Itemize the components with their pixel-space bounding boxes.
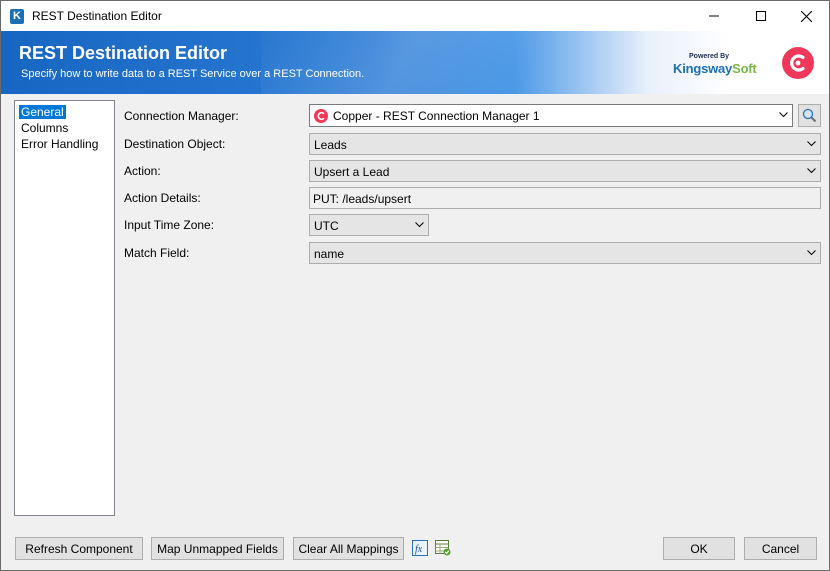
refresh-component-button[interactable]: Refresh Component: [15, 537, 143, 560]
header-banner: REST Destination Editor Specify how to w…: [1, 31, 829, 94]
banner-subtitle: Specify how to write data to a REST Serv…: [21, 68, 365, 80]
banner-decoration: [261, 31, 621, 94]
destination-object-select[interactable]: Leads: [309, 133, 821, 155]
chevron-down-icon: [415, 222, 424, 228]
search-icon: [802, 108, 817, 123]
window-title: REST Destination Editor: [32, 9, 162, 23]
chevron-down-icon: [807, 141, 816, 147]
kingswaysoft-app-icon: K: [10, 9, 24, 24]
page-navigation-list: General Columns Error Handling: [14, 100, 115, 516]
minimize-button[interactable]: [691, 1, 737, 31]
input-time-zone-label: Input Time Zone:: [124, 218, 215, 232]
clear-all-mappings-button[interactable]: Clear All Mappings: [293, 537, 404, 560]
banner-title: REST Destination Editor: [19, 43, 228, 63]
action-details-value: PUT: /leads/upsert: [313, 192, 412, 206]
map-unmapped-fields-button[interactable]: Map Unmapped Fields: [151, 537, 284, 560]
maximize-icon: [756, 11, 766, 21]
brand-name-main: Kingsway: [673, 61, 733, 76]
close-button[interactable]: [783, 1, 829, 31]
connection-manager-label: Connection Manager:: [124, 109, 239, 123]
brand-name: KingswaySoft: [673, 61, 757, 76]
input-time-zone-value: UTC: [314, 219, 339, 233]
mapping-grid-button[interactable]: [435, 540, 451, 556]
expression-fx-button[interactable]: fx: [412, 540, 428, 556]
match-field-select[interactable]: name: [309, 242, 821, 264]
action-value: Upsert a Lead: [314, 165, 390, 179]
destination-object-value: Leads: [314, 138, 347, 152]
minimize-icon: [709, 15, 719, 17]
browse-connection-button[interactable]: [798, 104, 821, 127]
brand-name-soft: Soft: [732, 61, 757, 76]
cancel-button[interactable]: Cancel: [744, 537, 817, 560]
match-field-label: Match Field:: [124, 246, 190, 260]
nav-item-general[interactable]: General: [19, 105, 66, 119]
fx-icon: fx: [415, 544, 423, 555]
connection-manager-select[interactable]: Copper - REST Connection Manager 1: [309, 104, 793, 127]
input-time-zone-select[interactable]: UTC: [309, 214, 429, 236]
action-details-label: Action Details:: [124, 191, 201, 205]
destination-object-label: Destination Object:: [124, 137, 226, 151]
action-select[interactable]: Upsert a Lead: [309, 160, 821, 182]
ok-button[interactable]: OK: [663, 537, 735, 560]
action-label: Action:: [124, 164, 161, 178]
title-bar: K REST Destination Editor: [1, 1, 829, 31]
action-details-field: PUT: /leads/upsert: [309, 187, 821, 209]
connection-manager-value: Copper - REST Connection Manager 1: [333, 109, 540, 123]
maximize-button[interactable]: [738, 1, 784, 31]
kingswaysoft-logo: Powered By KingswaySoft: [673, 53, 765, 79]
close-icon: [800, 10, 812, 22]
nav-item-error-handling[interactable]: Error Handling: [19, 137, 100, 151]
chevron-down-icon: [779, 112, 788, 118]
chevron-down-icon: [807, 168, 816, 174]
chevron-down-icon: [807, 250, 816, 256]
brand-powered-by: Powered By: [689, 53, 730, 60]
nav-item-columns[interactable]: Columns: [19, 121, 70, 135]
rest-destination-editor-window: K REST Destination Editor REST Destinati…: [0, 0, 830, 571]
copper-connection-icon: [314, 109, 328, 123]
match-field-value: name: [314, 247, 345, 261]
copper-logo-icon: [782, 47, 814, 79]
